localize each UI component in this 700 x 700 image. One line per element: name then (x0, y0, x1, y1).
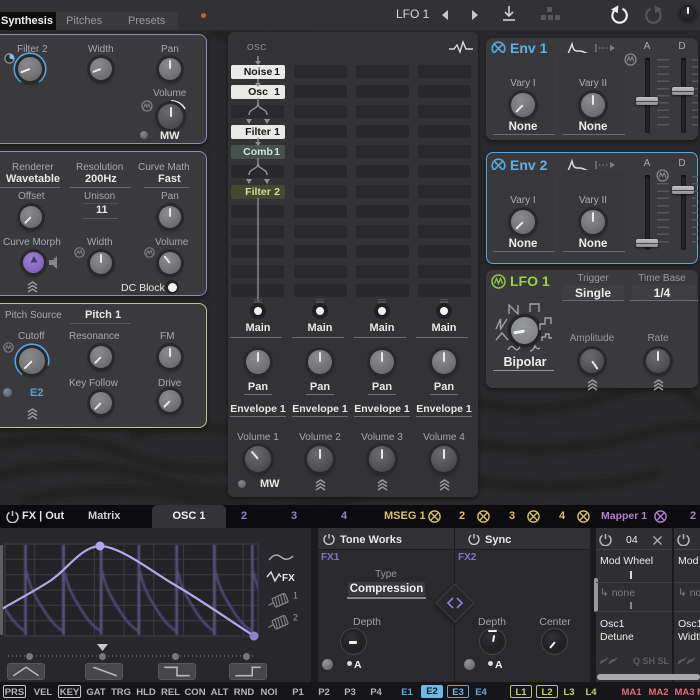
svg-text:FX: FX (282, 573, 295, 584)
svg-text:2: 2 (293, 613, 298, 623)
svg-text:1: 1 (293, 591, 298, 601)
